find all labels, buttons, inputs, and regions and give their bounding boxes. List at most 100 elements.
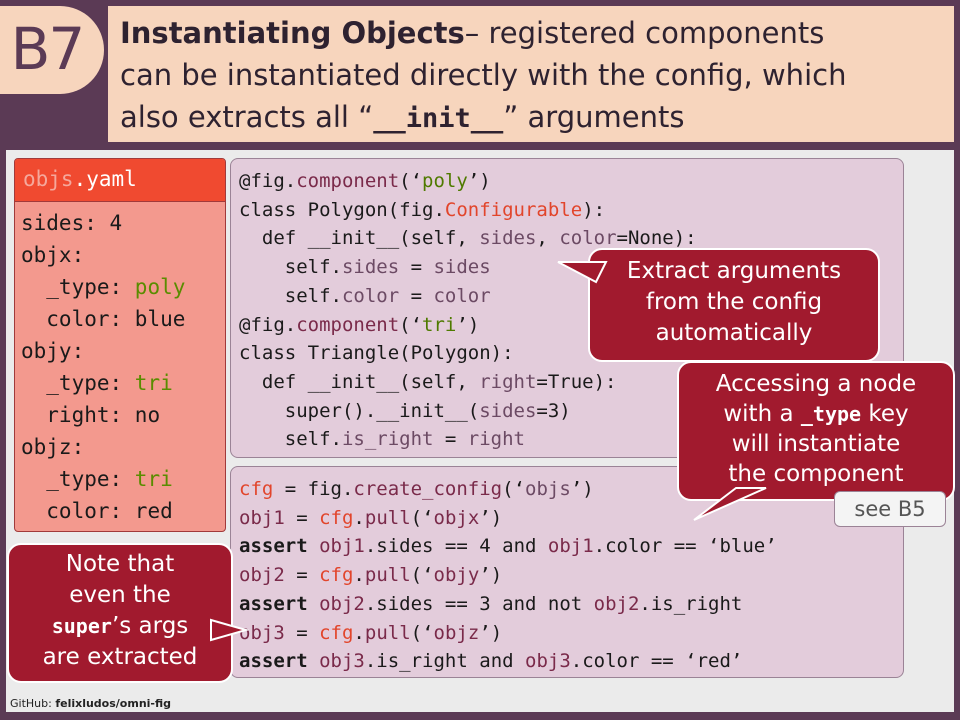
code-token: pull: [364, 621, 411, 644]
code-line: assert obj3.is_right and obj3.color == ‘…: [239, 647, 777, 676]
slide-header: B7 Instantiating Objects– registered com…: [0, 0, 960, 150]
code-token: cfg: [319, 506, 354, 529]
callout-extract-line2: from the config: [645, 289, 823, 315]
slide-number-badge: B7: [0, 6, 104, 94]
title-line3-post: ” arguments: [503, 100, 685, 134]
yaml-value: blue: [134, 307, 186, 331]
callout-extract-line3: automatically: [655, 320, 813, 346]
code-token: ,: [536, 227, 560, 250]
yaml-key: _type:: [21, 467, 135, 491]
accessing-node-callout: Accessing a node with a _type key will i…: [677, 361, 955, 501]
slide-number: B7: [10, 15, 86, 83]
callout-access-line3: will instantiate: [731, 431, 901, 457]
code-token: right: [479, 370, 537, 393]
callout-note-line3-code: super: [51, 614, 112, 638]
code-line: self.is_right = right: [239, 425, 697, 454]
yaml-key: _type:: [21, 275, 135, 299]
title-line3-code: __init__: [373, 103, 504, 134]
code-token: .sides == 4 and: [364, 535, 548, 558]
code-token: assert: [239, 650, 308, 673]
yaml-line: objy:: [21, 335, 185, 367]
yaml-line: objz:: [21, 431, 185, 463]
code-token: ’): [479, 564, 503, 587]
yaml-key: _type:: [21, 371, 135, 395]
yaml-file-panel: objs.yaml sides: 4 objx: _type: poly colo…: [14, 158, 226, 532]
code-token: assert: [239, 592, 308, 615]
code-token: obj1: [547, 535, 594, 558]
see-reference-link[interactable]: see B5: [834, 491, 946, 527]
code-token: ’): [570, 478, 594, 500]
footer-repo-link[interactable]: felixludos/omni-fig: [55, 697, 171, 710]
code-line: class Polygon(fig.Configurable):: [239, 196, 697, 225]
yaml-file-header: objs.yaml: [15, 159, 225, 202]
title-bold: Instantiating Objects: [120, 16, 465, 50]
code-token: objx: [433, 506, 480, 529]
callout-note-line1: Note that: [65, 551, 175, 577]
code-token: cfg: [239, 478, 274, 500]
code-token: ):: [582, 198, 606, 221]
code-token: Configurable: [444, 198, 583, 221]
yaml-key: objz:: [21, 435, 85, 459]
code-token: is_right: [341, 428, 434, 451]
yaml-line: objx:: [21, 239, 185, 271]
callout-access-line2-post: key: [861, 401, 909, 427]
code-token: tri: [422, 313, 457, 336]
yaml-key: right:: [21, 403, 135, 427]
yaml-line: color: blue: [21, 303, 185, 335]
yaml-line: _type: tri: [21, 367, 185, 399]
callout-access-line2-code: _type: [800, 402, 862, 426]
code-token: self.: [239, 256, 342, 279]
yaml-value: tri: [134, 371, 173, 395]
code-token: .is_right: [639, 592, 743, 615]
code-token: =: [399, 256, 434, 279]
code-token: .: [353, 506, 365, 529]
code-token: sides: [479, 227, 537, 250]
title-line1-rest: – registered components: [464, 16, 825, 50]
yaml-line: _type: tri: [21, 463, 185, 495]
yaml-line: sides: 4: [21, 207, 185, 239]
callout-access-line2-pre: with a: [723, 401, 801, 427]
code-token: self.: [239, 284, 342, 307]
code-token: component: [296, 313, 400, 336]
yaml-key: color:: [21, 499, 135, 523]
code-token: right: [467, 428, 525, 451]
code-token: objs: [525, 478, 571, 500]
code-token: (‘: [399, 170, 423, 192]
yaml-key: sides:: [21, 211, 110, 235]
code-token: .: [353, 564, 365, 587]
code-token: self.: [239, 428, 342, 451]
yaml-line: _type: poly: [21, 271, 185, 303]
code-line: obj3 = cfg.pull(‘objz’): [239, 619, 777, 648]
code-line: assert obj2.sides == 3 and not obj2.is_r…: [239, 590, 777, 619]
code-line: obj2 = cfg.pull(‘objy’): [239, 561, 777, 590]
code-token: poly: [422, 170, 468, 192]
yaml-line: right: no: [21, 399, 185, 431]
yaml-value: 4: [109, 211, 123, 235]
code-token: obj2: [319, 592, 365, 615]
code-token: obj3: [239, 621, 285, 644]
code-token: obj3: [319, 650, 365, 673]
code-token: =None):: [616, 227, 697, 250]
title-box: Instantiating Objects– registered compon…: [108, 6, 954, 142]
yaml-content: sides: 4 objx: _type: poly color: blue obj…: [21, 207, 185, 527]
code-token: =: [284, 506, 320, 529]
code-token: .is_right and: [364, 650, 526, 673]
code-token: (‘: [399, 313, 423, 336]
code-token: obj1: [239, 506, 285, 529]
footer-credit: GitHub: felixludos/omni-fig: [10, 697, 171, 710]
code-token: sides: [341, 256, 400, 279]
code-token: create_config: [353, 478, 503, 500]
code-line: def __init__(self, right=True):: [239, 368, 697, 397]
code-token: =: [284, 564, 320, 587]
code-token: @fig.: [239, 313, 297, 336]
code-token: color: [433, 284, 491, 307]
code-token: objy: [433, 564, 480, 587]
callout-access-line2: with a _type key: [679, 399, 953, 429]
code-token: .sides == 3 and not: [364, 592, 594, 615]
code-token: cfg: [319, 564, 354, 587]
code-token: .color == ‘red’: [570, 650, 743, 673]
yaml-filename-prefix: objs: [23, 167, 74, 191]
footer-label: GitHub:: [10, 697, 56, 710]
